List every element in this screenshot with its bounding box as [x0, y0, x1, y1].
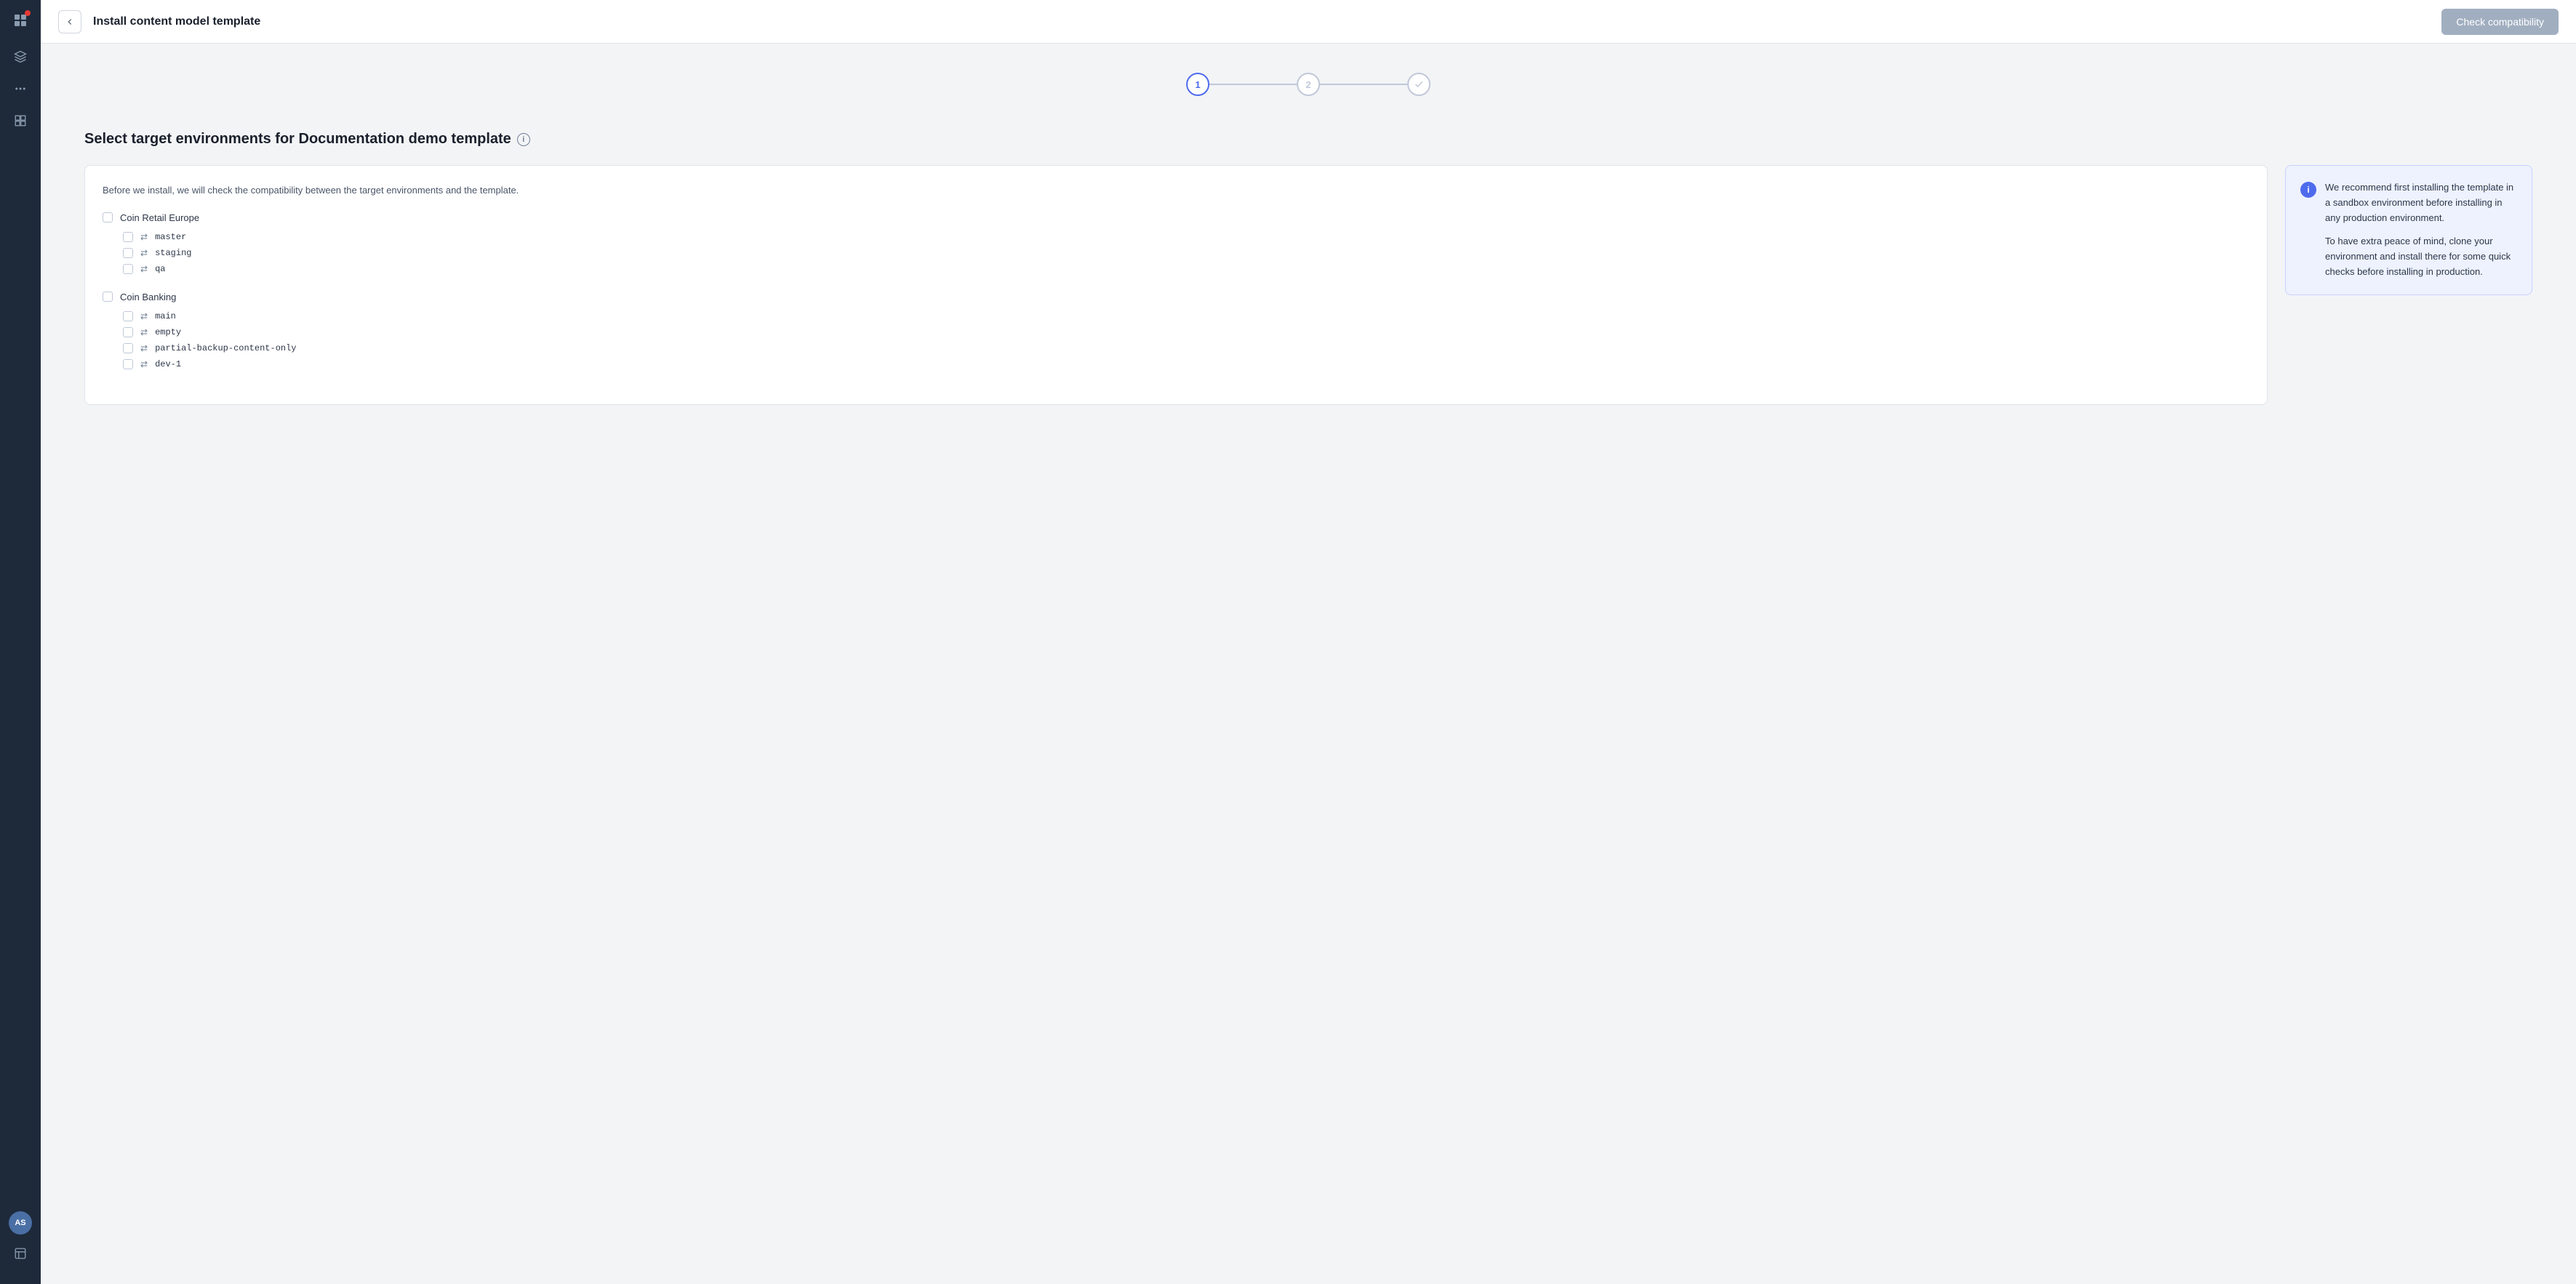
- env-item-main[interactable]: ⇄ main: [103, 308, 2249, 324]
- step-line-1: [1209, 84, 1297, 85]
- sidebar: AS: [0, 0, 41, 1284]
- env-item-partial-backup[interactable]: ⇄ partial-backup-content-only: [103, 340, 2249, 356]
- env-item-qa[interactable]: ⇄ qa: [103, 261, 2249, 277]
- env-item-master[interactable]: ⇄ master: [103, 229, 2249, 245]
- info-panel-icon: i: [2300, 182, 2316, 198]
- back-button[interactable]: [58, 10, 81, 33]
- check-compatibility-button[interactable]: Check compatibility: [2441, 9, 2559, 35]
- branch-icon-partial: ⇄: [140, 343, 148, 353]
- section-title: Select target environments for Documenta…: [84, 131, 2532, 148]
- info-tooltip-icon[interactable]: i: [517, 133, 530, 146]
- info-panel-content: We recommend first installing the templa…: [2325, 180, 2517, 280]
- env-item-staging[interactable]: ⇄ staging: [103, 245, 2249, 261]
- branch-icon-main: ⇄: [140, 311, 148, 321]
- env-checkbox-empty[interactable]: [123, 327, 133, 337]
- branch-icon-empty: ⇄: [140, 327, 148, 337]
- org-group-coin-banking: Coin Banking ⇄ main ⇄ empty ⇄: [103, 292, 2249, 372]
- page-title: Install content model template: [93, 15, 2430, 28]
- step-2: 2: [1297, 73, 1320, 96]
- app-logo[interactable]: [9, 9, 32, 32]
- sidebar-item-grid[interactable]: [7, 108, 33, 134]
- user-avatar[interactable]: AS: [9, 1211, 32, 1235]
- selection-description: Before we install, we will check the com…: [103, 183, 2249, 198]
- env-item-dev1[interactable]: ⇄ dev-1: [103, 356, 2249, 372]
- env-item-empty[interactable]: ⇄ empty: [103, 324, 2249, 340]
- sidebar-item-layout[interactable]: [7, 1240, 33, 1267]
- branch-icon-master: ⇄: [140, 232, 148, 242]
- sidebar-item-dots[interactable]: [7, 76, 33, 102]
- stepper: 1 2: [84, 73, 2532, 96]
- org-checkbox-input-banking[interactable]: [103, 292, 113, 302]
- env-checkbox-master[interactable]: [123, 232, 133, 242]
- branch-icon-staging: ⇄: [140, 248, 148, 258]
- env-checkbox-qa[interactable]: [123, 264, 133, 274]
- step-3: [1407, 73, 1431, 96]
- branch-icon-dev1: ⇄: [140, 359, 148, 369]
- info-panel: i We recommend first installing the temp…: [2285, 165, 2532, 295]
- content-area: 1 2 Select target environments for Docum…: [41, 44, 2576, 1284]
- org-checkbox-coin-retail-europe[interactable]: Coin Retail Europe: [103, 212, 2249, 223]
- org-checkbox-input[interactable]: [103, 212, 113, 222]
- header: Install content model template Check com…: [41, 0, 2576, 44]
- step-line-2: [1320, 84, 1407, 85]
- env-checkbox-staging[interactable]: [123, 248, 133, 258]
- sidebar-item-cube[interactable]: [7, 44, 33, 70]
- info-para-1: We recommend first installing the templa…: [2325, 180, 2517, 225]
- two-column-layout: Before we install, we will check the com…: [84, 165, 2532, 405]
- branch-icon-qa: ⇄: [140, 264, 148, 274]
- sidebar-bottom: AS: [7, 1211, 33, 1275]
- environment-selection-card: Before we install, we will check the com…: [84, 165, 2268, 405]
- env-checkbox-partial-backup[interactable]: [123, 343, 133, 353]
- info-para-2: To have extra peace of mind, clone your …: [2325, 234, 2517, 279]
- org-checkbox-coin-banking[interactable]: Coin Banking: [103, 292, 2249, 302]
- env-checkbox-main[interactable]: [123, 311, 133, 321]
- env-checkbox-dev1[interactable]: [123, 359, 133, 369]
- main-area: Install content model template Check com…: [41, 0, 2576, 1284]
- step-1: 1: [1186, 73, 1209, 96]
- org-group-coin-retail-europe: Coin Retail Europe ⇄ master ⇄ staging: [103, 212, 2249, 277]
